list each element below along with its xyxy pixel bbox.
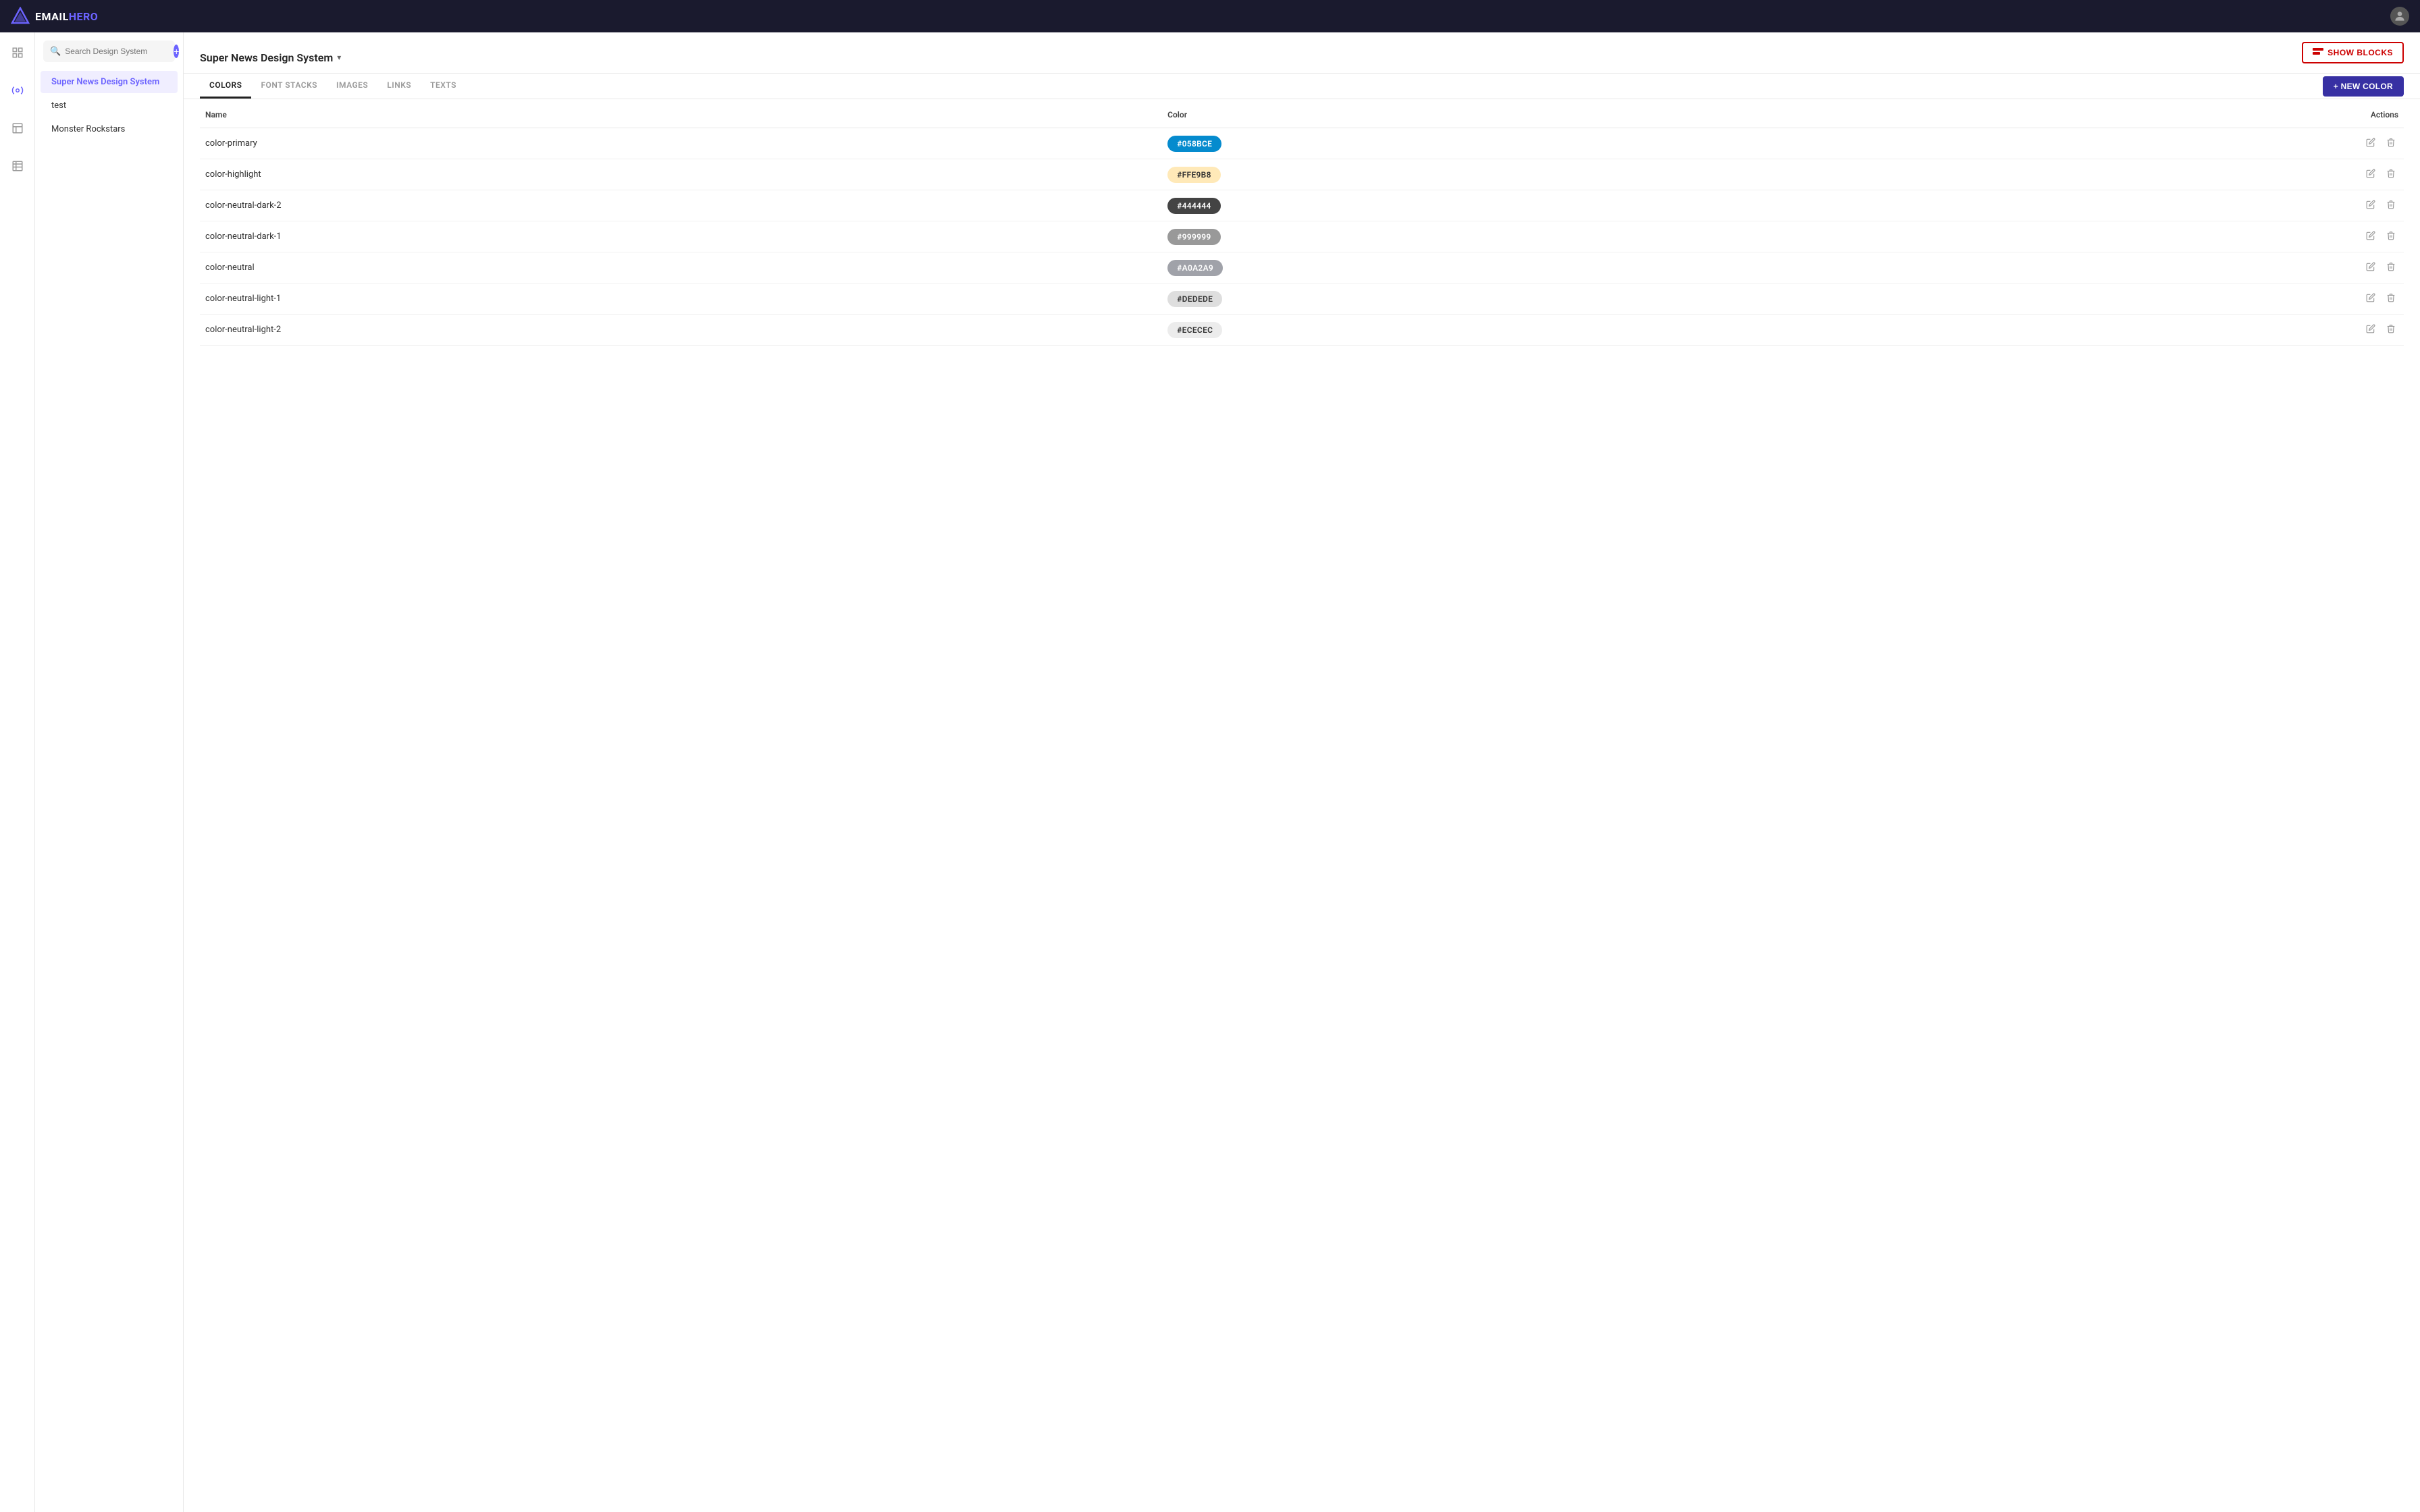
logo-icon <box>11 7 30 26</box>
main-header: Super News Design System ▾ SHOW BLOCKS <box>184 32 2420 74</box>
search-bar: 🔍 + <box>43 40 175 62</box>
tab-links[interactable]: LINKS <box>377 74 421 99</box>
logo: EMAILHERO <box>11 7 98 26</box>
actions-cell <box>1895 315 2404 346</box>
color-value-cell: #ECECEC <box>1162 315 1895 346</box>
table-row: color-neutral-light-1#DEDEDE <box>200 284 2404 315</box>
icon-sidebar <box>0 32 35 1512</box>
sidebar-icon-design[interactable] <box>5 78 30 103</box>
table-row: color-neutral#A0A2A9 <box>200 252 2404 284</box>
logo-text: EMAILHERO <box>35 10 98 23</box>
col-header-name: Name <box>200 102 1162 128</box>
sidebar-icon-table[interactable] <box>5 154 30 178</box>
color-name-cell: color-neutral-light-1 <box>200 284 1162 315</box>
header-actions: SHOW BLOCKS <box>2302 42 2404 73</box>
colors-table: Name Color Actions color-primary#058BCE … <box>200 102 2404 346</box>
edit-button[interactable] <box>2363 197 2378 214</box>
actions-cell <box>1895 128 2404 159</box>
sidebar-item-test[interactable]: test <box>41 94 178 117</box>
tab-texts[interactable]: TEXTS <box>421 74 466 99</box>
show-blocks-button[interactable]: SHOW BLOCKS <box>2302 42 2404 63</box>
edit-button[interactable] <box>2363 135 2378 152</box>
tabs: COLORS FONT STACKS IMAGES LINKS TEXTS <box>184 74 482 99</box>
top-nav: EMAILHERO <box>0 0 2420 32</box>
edit-button[interactable] <box>2363 259 2378 276</box>
main-content: Super News Design System ▾ SHOW BLOCKS C… <box>184 32 2420 1512</box>
actions-cell <box>1895 252 2404 284</box>
delete-button[interactable] <box>2384 259 2398 276</box>
edit-button[interactable] <box>2363 321 2378 338</box>
actions-cell <box>1895 221 2404 252</box>
table-row: color-primary#058BCE <box>200 128 2404 159</box>
color-value-cell: #999999 <box>1162 221 1895 252</box>
color-value-cell: #058BCE <box>1162 128 1895 159</box>
edit-button[interactable] <box>2363 290 2378 307</box>
delete-button[interactable] <box>2384 321 2398 338</box>
actions-cell <box>1895 284 2404 315</box>
delete-button[interactable] <box>2384 135 2398 152</box>
color-name-cell: color-neutral-light-2 <box>200 315 1162 346</box>
color-value-cell: #A0A2A9 <box>1162 252 1895 284</box>
edit-button[interactable] <box>2363 166 2378 183</box>
design-system-title: Super News Design System <box>200 51 333 64</box>
sidebar-item-super-news[interactable]: Super News Design System <box>41 71 178 93</box>
table-row: color-neutral-dark-2#444444 <box>200 190 2404 221</box>
left-sidebar: 🔍 + Super News Design System test Monste… <box>35 32 184 1512</box>
blocks-icon <box>2313 48 2323 57</box>
tab-colors[interactable]: COLORS <box>200 74 251 99</box>
color-value-cell: #444444 <box>1162 190 1895 221</box>
color-name-cell: color-primary <box>200 128 1162 159</box>
tab-images[interactable]: IMAGES <box>327 74 377 99</box>
header-title-area: Super News Design System ▾ <box>200 51 341 64</box>
color-name-cell: color-neutral-dark-1 <box>200 221 1162 252</box>
sidebar-icon-grid[interactable] <box>5 40 30 65</box>
table-row: color-highlight#FFE9B8 <box>200 159 2404 190</box>
sidebar-icon-blocks[interactable] <box>5 116 30 140</box>
sidebar-item-monster[interactable]: Monster Rockstars <box>41 118 178 140</box>
table-row: color-neutral-dark-1#999999 <box>200 221 2404 252</box>
col-header-actions: Actions <box>1895 102 2404 128</box>
color-name-cell: color-neutral-dark-2 <box>200 190 1162 221</box>
col-header-color: Color <box>1162 102 1895 128</box>
tab-font-stacks[interactable]: FONT STACKS <box>251 74 327 99</box>
search-input[interactable] <box>65 47 169 56</box>
new-color-button[interactable]: + NEW COLOR <box>2323 76 2404 97</box>
table-row: color-neutral-light-2#ECECEC <box>200 315 2404 346</box>
delete-button[interactable] <box>2384 197 2398 214</box>
search-icon: 🔍 <box>50 47 61 57</box>
delete-button[interactable] <box>2384 228 2398 245</box>
edit-button[interactable] <box>2363 228 2378 245</box>
search-add-button[interactable]: + <box>174 45 179 58</box>
delete-button[interactable] <box>2384 290 2398 307</box>
content-area: Name Color Actions color-primary#058BCE … <box>184 99 2420 1512</box>
color-name-cell: color-highlight <box>200 159 1162 190</box>
title-dropdown-arrow[interactable]: ▾ <box>337 53 341 62</box>
color-value-cell: #DEDEDE <box>1162 284 1895 315</box>
user-avatar[interactable] <box>2390 7 2409 26</box>
color-name-cell: color-neutral <box>200 252 1162 284</box>
actions-cell <box>1895 159 2404 190</box>
actions-cell <box>1895 190 2404 221</box>
color-value-cell: #FFE9B8 <box>1162 159 1895 190</box>
delete-button[interactable] <box>2384 166 2398 183</box>
